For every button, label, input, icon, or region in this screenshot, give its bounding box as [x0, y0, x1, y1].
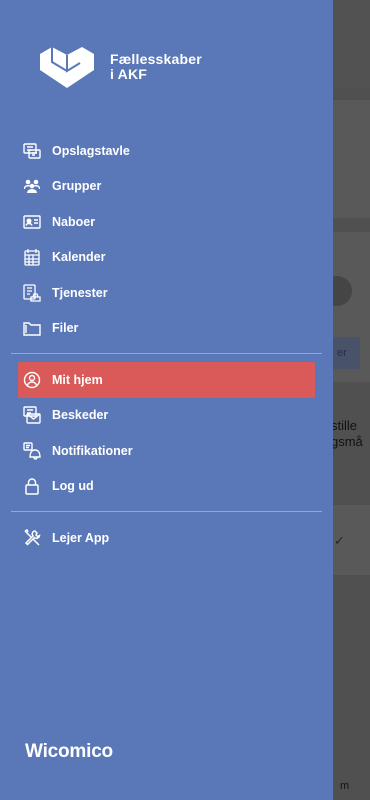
messages-icon [23, 406, 41, 424]
menu-item-lejer-app[interactable]: Lejer App [0, 520, 333, 556]
menu-item-mit-hjem[interactable]: Mit hjem [18, 362, 315, 398]
calendar-icon [23, 248, 41, 266]
menu-label: Filer [52, 321, 79, 336]
app-title-line2: i AKF [110, 66, 148, 82]
folder-icon [23, 319, 41, 337]
app-logo: Fællesskaber i AKF [38, 44, 202, 90]
menu-tertiary: Lejer App [0, 520, 333, 556]
menu-divider [11, 353, 322, 354]
menu-item-notifikationer[interactable]: Notifikationer [0, 433, 333, 469]
board-icon [23, 142, 41, 160]
app-title: Fællesskaber i AKF [110, 52, 202, 82]
menu-label: Naboer [52, 214, 96, 229]
menu-item-tjenester[interactable]: Tjenester [0, 275, 333, 311]
menu-item-opslagstavle[interactable]: Opslagstavle [0, 133, 333, 169]
menu-label: Opslagstavle [52, 143, 130, 158]
navigation-drawer: Fællesskaber i AKF Opslagstavle Grupper … [0, 0, 333, 800]
menu-item-kalender[interactable]: Kalender [0, 240, 333, 276]
bell-icon [23, 442, 41, 460]
menu-item-grupper[interactable]: Grupper [0, 169, 333, 205]
menu-label: Beskeder [52, 408, 109, 423]
menu-item-filer[interactable]: Filer [0, 311, 333, 347]
footer-brand-logo: Wicomico [25, 741, 113, 762]
menu-divider [11, 511, 322, 512]
menu-item-naboer[interactable]: Naboer [0, 204, 333, 240]
menu-label: Grupper [52, 179, 102, 194]
menu-label: Tjenester [52, 285, 108, 300]
menu-item-log-ud[interactable]: Log ud [0, 469, 333, 505]
menu-label: Kalender [52, 250, 106, 265]
menu-primary: Opslagstavle Grupper Naboer Kalender Tje… [0, 133, 333, 346]
lock-icon [23, 477, 41, 495]
app-title-line1: Fællesskaber [110, 51, 202, 67]
menu-item-beskeder[interactable]: Beskeder [0, 398, 333, 434]
menu-label: Lejer App [52, 530, 110, 545]
user-circle-icon [23, 371, 41, 389]
group-icon [23, 177, 41, 195]
menu-label: Log ud [52, 479, 94, 494]
tools-icon [23, 528, 41, 547]
menu-label: Mit hjem [52, 372, 103, 387]
services-icon [23, 284, 41, 302]
menu-secondary: Mit hjem Beskeder Notifikationer Log ud [0, 362, 333, 504]
contact-card-icon [23, 213, 41, 231]
menu-label: Notifikationer [52, 443, 133, 458]
heart-cube-logo-icon [40, 47, 94, 88]
